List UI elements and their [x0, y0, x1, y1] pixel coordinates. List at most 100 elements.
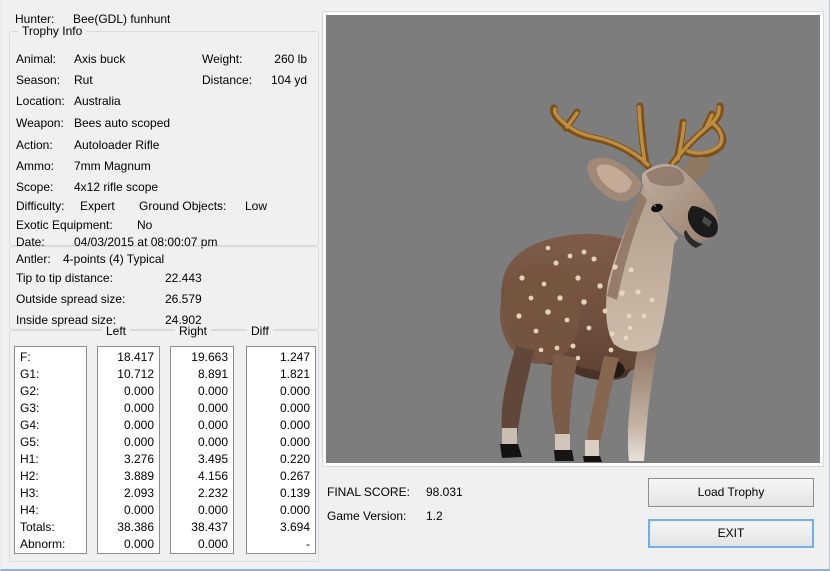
difficulty-label: Difficulty:	[16, 199, 65, 213]
score-cell-diff: 0.000	[279, 384, 310, 398]
animal-label: Animal:	[16, 52, 57, 66]
score-cell-left: 18.417	[117, 350, 154, 364]
distance-value: 104 yd	[270, 73, 307, 87]
outside-spread-value: 26.579	[165, 292, 202, 306]
weapon-value: Bees auto scoped	[74, 116, 171, 130]
exotic-equipment-label: Exotic Equipment:	[16, 218, 113, 232]
score-right-listbox[interactable]: 19.663 8.891 0.000 0.000 0.000 0.000 3.495 4.15…	[170, 346, 234, 554]
season-value: Rut	[74, 73, 93, 87]
score-cell-left: 3.276	[123, 452, 154, 466]
score-table-groupbox: Left Right Diff F: G1: G2: G3: G4: G5: H1: H2: H…	[9, 324, 319, 562]
game-version-label: Game Version:	[327, 509, 407, 523]
score-cell-diff: 0.000	[279, 503, 310, 517]
score-cell-left: 0.000	[123, 401, 154, 415]
score-cell-diff: 1.821	[279, 367, 310, 381]
ground-objects-value: Low	[245, 199, 268, 213]
location-label: Location:	[16, 94, 65, 108]
score-cell-diff: 0.267	[279, 469, 310, 483]
scope-value: 4x12 rifle scope	[74, 180, 159, 194]
weight-label: Weight:	[202, 52, 243, 66]
score-cell-diff: 0.139	[279, 486, 310, 500]
score-cell-label: G5:	[20, 435, 40, 449]
final-score-label: FINAL SCORE:	[327, 485, 410, 499]
location-row: Location: Australia	[16, 94, 121, 108]
score-cell-left: 0.000	[123, 435, 154, 449]
score-cell-left: 3.889	[123, 469, 154, 483]
difficulty-row: Difficulty: Expert Ground Objects: Low	[16, 199, 314, 213]
score-cell-left: 0.000	[123, 384, 154, 398]
distance-label: Distance:	[202, 73, 253, 87]
game-version-row: Game Version: 1.2	[327, 509, 443, 523]
score-cell-right: 0.000	[197, 537, 228, 551]
ammo-label: Ammo:	[16, 159, 55, 173]
tip-to-tip-row: Tip to tip distance: 22.443	[16, 271, 314, 285]
score-cell-right: 8.891	[197, 367, 228, 381]
column-header-left: Left	[102, 324, 131, 338]
exotic-equipment-row: Exotic Equipment: No	[16, 218, 152, 232]
score-cell-right: 0.000	[197, 503, 228, 517]
deer-hoof	[554, 450, 574, 461]
score-cell-diff: 3.694	[279, 520, 310, 534]
ammo-value: 7mm Magnum	[74, 159, 151, 173]
antler-value: 4-points (4) Typical	[63, 252, 165, 266]
score-cell-left: 0.000	[123, 418, 154, 432]
score-cell-right: 3.495	[197, 452, 228, 466]
season-row: Season: Rut Distance: 104 yd	[16, 73, 314, 87]
score-left-listbox[interactable]: 18.417 10.712 0.000 0.000 0.000 0.000 3.276 3.8…	[97, 346, 160, 554]
score-cell-label: Abnorm:	[20, 537, 66, 551]
tip-to-tip-value: 22.443	[165, 271, 202, 285]
score-row-labels-listbox[interactable]: F: G1: G2: G3: G4: G5: H1: H2: H3: H4: Totals: Abno…	[14, 346, 87, 554]
score-cell-label: G2:	[20, 384, 40, 398]
hunter-value: Bee(GDL) funhunt	[73, 12, 171, 26]
score-cell-left: 38.386	[117, 520, 154, 534]
scope-label: Scope:	[16, 180, 54, 194]
action-row: Action: Autoloader Rifle	[16, 138, 159, 152]
scope-row: Scope: 4x12 rifle scope	[16, 180, 158, 194]
score-cell-label: H1:	[20, 452, 39, 466]
ammo-row: Ammo: 7mm Magnum	[16, 159, 151, 173]
score-cell-label: G4:	[20, 418, 40, 432]
score-cell-right: 38.437	[191, 520, 228, 534]
exotic-equipment-value: No	[137, 218, 153, 232]
score-cell-label: G3:	[20, 401, 40, 415]
exit-button[interactable]: EXIT	[648, 519, 814, 548]
score-cell-diff: 0.000	[279, 435, 310, 449]
trophy-dialog: Hunter: Bee(GDL) funhunt Trophy Info Anim…	[0, 0, 830, 571]
score-cell-right: 0.000	[197, 384, 228, 398]
deer-render	[500, 102, 727, 462]
score-cell-right: 0.000	[197, 401, 228, 415]
action-value: Autoloader Rifle	[74, 138, 160, 152]
column-header-diff: Diff	[247, 324, 273, 338]
score-cell-right: 0.000	[197, 418, 228, 432]
outside-spread-label: Outside spread size:	[16, 292, 126, 306]
score-cell-diff: 1.247	[279, 350, 310, 364]
score-cell-label: Totals:	[20, 520, 55, 534]
score-cell-label: H2:	[20, 469, 39, 483]
score-cell-diff: -	[306, 537, 310, 551]
score-cell-diff: 0.000	[279, 401, 310, 415]
trophy-info-title: Trophy Info	[18, 24, 87, 38]
antler-groupbox: Antler: 4-points (4) Typical Tip to tip d…	[9, 246, 319, 330]
score-cell-left: 0.000	[123, 537, 154, 551]
trophy-render-viewport[interactable]	[322, 11, 824, 467]
score-cell-left: 2.093	[123, 486, 154, 500]
final-score-value: 98.031	[426, 485, 463, 499]
column-header-right: Right	[175, 324, 212, 338]
season-label: Season:	[16, 73, 61, 87]
tip-to-tip-label: Tip to tip distance:	[16, 271, 113, 285]
score-diff-listbox[interactable]: 1.247 1.821 0.000 0.000 0.000 0.000 0.220 0.267…	[246, 346, 316, 554]
score-cell-label: H4:	[20, 503, 39, 517]
antler-row: Antler: 4-points (4) Typical	[16, 252, 164, 266]
score-cell-left: 10.712	[117, 367, 154, 381]
score-cell-right: 0.000	[197, 435, 228, 449]
score-cell-right: 2.232	[197, 486, 228, 500]
score-cell-left: 0.000	[123, 503, 154, 517]
weight-value: 260 lb	[274, 52, 307, 66]
deer-hoof	[500, 444, 522, 458]
score-cell-label: F:	[20, 350, 31, 364]
score-cell-right: 4.156	[197, 469, 228, 483]
final-score-row: FINAL SCORE: 98.031	[327, 485, 463, 499]
antler-label: Antler:	[16, 252, 51, 266]
score-cell-diff: 0.000	[279, 418, 310, 432]
load-trophy-button[interactable]: Load Trophy	[648, 478, 814, 507]
